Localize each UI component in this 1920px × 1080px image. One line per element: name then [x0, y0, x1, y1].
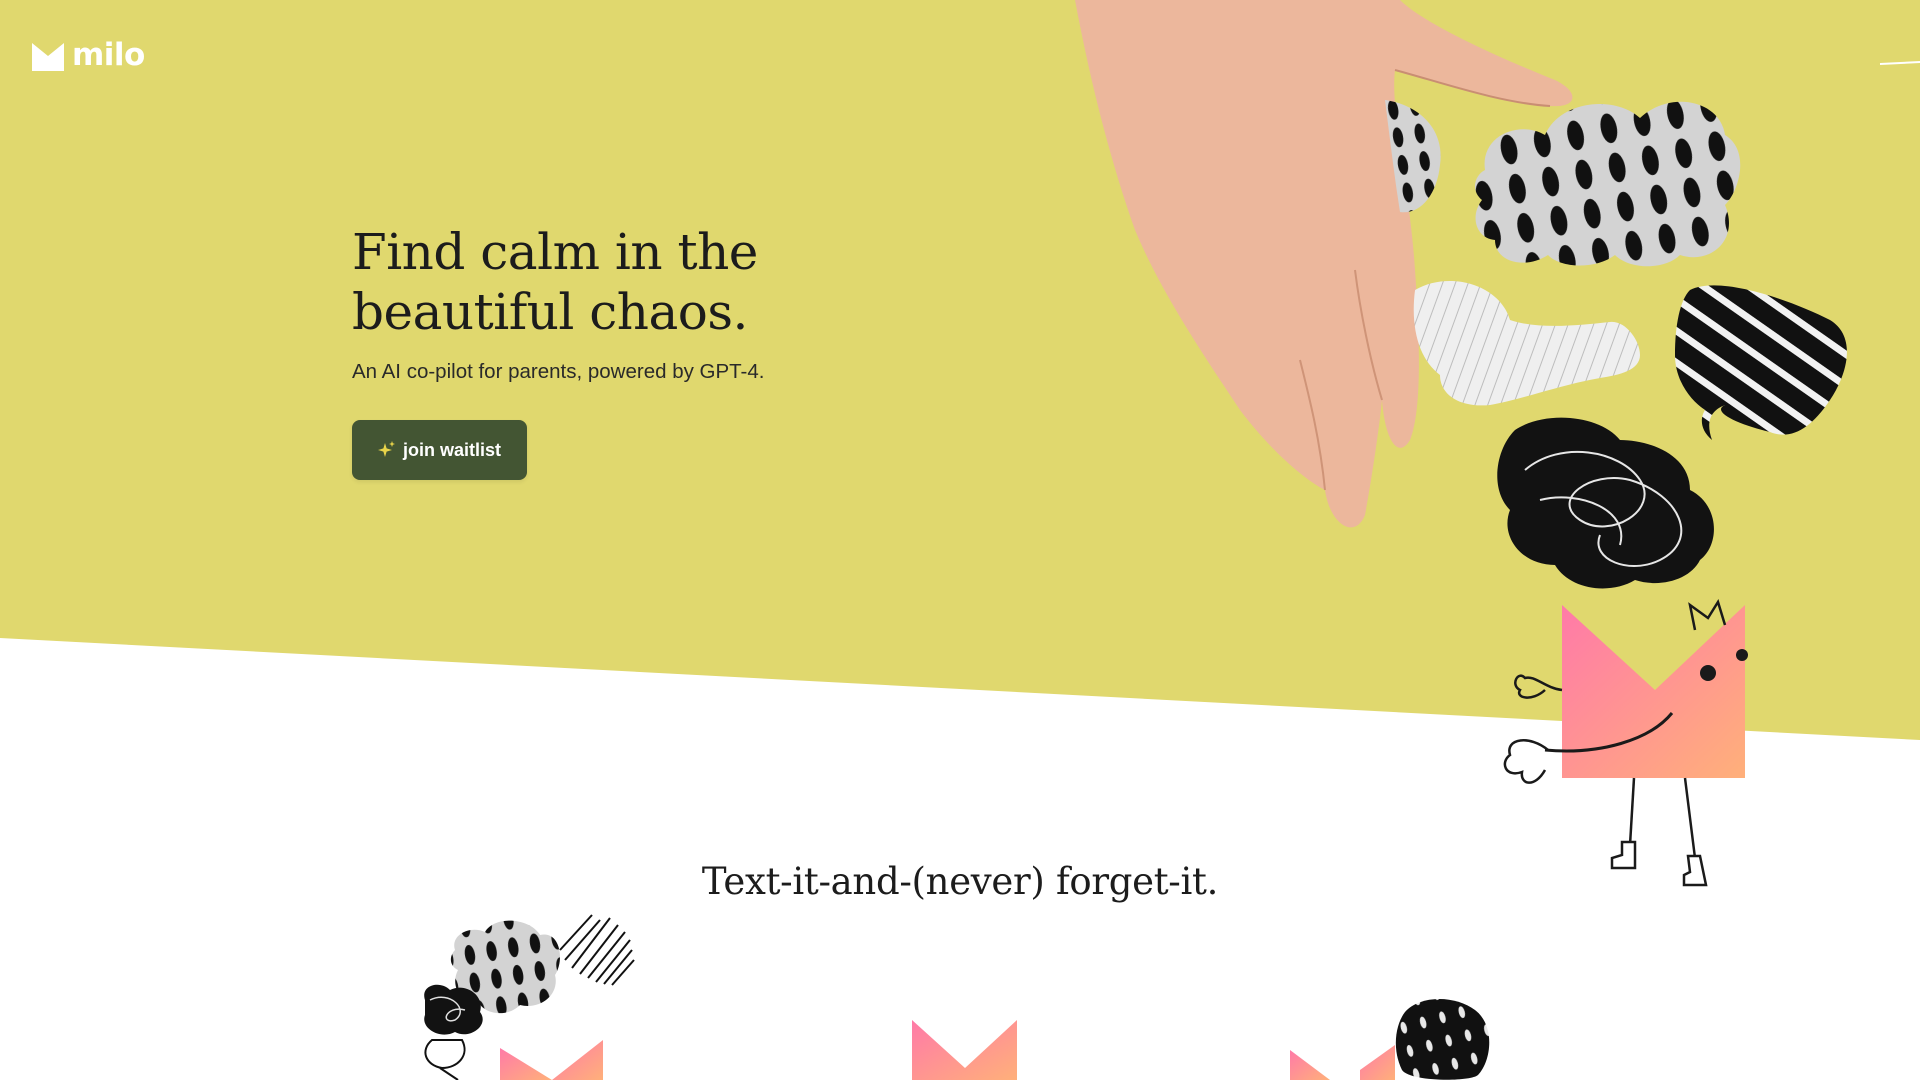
join-waitlist-button[interactable]: join waitlist — [352, 420, 527, 480]
sparkle-icon — [377, 441, 396, 459]
brand-name: milo — [72, 37, 145, 73]
hero-background — [0, 0, 1920, 740]
hero-headline-line-1: Find calm in the — [352, 223, 758, 281]
hero-subheadline: An AI co-pilot for parents, powered by G… — [352, 360, 765, 383]
section-title: Text-it-and-(never) forget-it. — [701, 860, 1219, 903]
hero-headline-line-2: beautiful chaos. — [352, 283, 748, 341]
brand-logo[interactable]: milo — [32, 40, 145, 71]
m-logo-icon — [32, 41, 64, 71]
hero-headline: Find calm in the beautiful chaos. — [352, 222, 758, 342]
join-waitlist-label: join waitlist — [402, 439, 501, 460]
